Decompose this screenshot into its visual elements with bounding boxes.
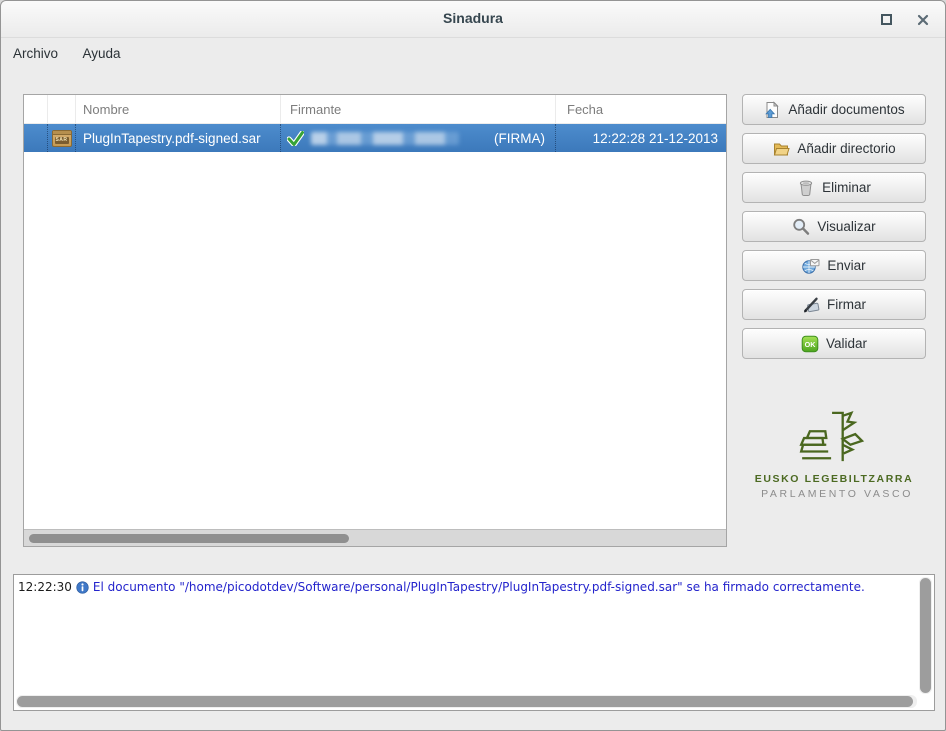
delete-button[interactable]: Eliminar bbox=[742, 172, 926, 203]
menu-item-archivo[interactable]: Archivo bbox=[3, 39, 68, 67]
add-directory-button[interactable]: Añadir directorio bbox=[742, 133, 926, 164]
info-icon bbox=[76, 581, 89, 594]
view-button[interactable]: Visualizar bbox=[742, 211, 926, 242]
send-label: Enviar bbox=[827, 258, 865, 273]
logo-line-2: PARLAMENTO VASCO bbox=[742, 488, 926, 500]
sign-pen-icon bbox=[802, 296, 820, 314]
add-document-icon bbox=[763, 101, 781, 119]
actions-panel: Añadir documentos Añadir directorio Elim… bbox=[742, 94, 926, 367]
validate-label: Validar bbox=[826, 336, 867, 351]
delete-label: Eliminar bbox=[822, 180, 871, 195]
send-button[interactable]: Enviar bbox=[742, 250, 926, 281]
add-documents-label: Añadir documentos bbox=[788, 102, 904, 117]
header-col-nombre[interactable]: Nombre bbox=[76, 95, 281, 123]
sar-package-icon: SAR bbox=[52, 130, 72, 147]
view-label: Visualizar bbox=[817, 219, 875, 234]
log-horizontal-scrollbar[interactable] bbox=[16, 695, 917, 708]
add-directory-label: Añadir directorio bbox=[797, 141, 895, 156]
menu-bar: Archivo Ayuda bbox=[3, 39, 943, 70]
log-entry: 12:22:30 El documento "/home/picodotdev/… bbox=[18, 580, 916, 594]
maximize-icon bbox=[881, 14, 892, 25]
firma-label: (FIRMA) bbox=[494, 131, 555, 146]
title-bar: Sinadura bbox=[1, 1, 945, 38]
row-cell-nombre: PlugInTapestry.pdf-signed.sar bbox=[76, 124, 281, 152]
sinadura-window: Sinadura Archivo Ayuda Nombre Firmante F… bbox=[0, 0, 946, 731]
green-check-icon bbox=[287, 131, 304, 146]
magnifier-icon bbox=[792, 218, 810, 236]
sign-label: Firmar bbox=[827, 297, 866, 312]
add-directory-icon bbox=[772, 140, 790, 158]
header-col-empty[interactable] bbox=[24, 95, 48, 123]
oak-tree-icon bbox=[790, 410, 878, 466]
header-col-firmante[interactable]: Firmante bbox=[281, 95, 556, 123]
validate-button[interactable]: OK Validar bbox=[742, 328, 926, 359]
row-cell-icon: SAR bbox=[48, 124, 76, 152]
logo-line-1: EUSKO LEGEBILTZARRA bbox=[742, 473, 926, 485]
log-message: El documento "/home/picodotdev/Software/… bbox=[93, 580, 865, 594]
validate-ok-icon: OK bbox=[801, 335, 819, 353]
add-documents-button[interactable]: Añadir documentos bbox=[742, 94, 926, 125]
send-icon bbox=[802, 257, 820, 275]
table-row[interactable]: SAR PlugInTapestry.pdf-signed.sar (FIRMA… bbox=[24, 124, 726, 152]
parliament-logo: EUSKO LEGEBILTZARRA PARLAMENTO VASCO bbox=[742, 410, 926, 500]
header-col-fecha[interactable]: Fecha bbox=[556, 95, 726, 123]
row-cell-fecha: 12:22:28 21-12-2013 bbox=[556, 124, 726, 152]
redacted-signer-name bbox=[311, 132, 459, 145]
close-button[interactable] bbox=[916, 13, 930, 27]
table-header: Nombre Firmante Fecha bbox=[24, 95, 726, 124]
maximize-button[interactable] bbox=[879, 13, 893, 27]
log-vertical-scrollbar[interactable] bbox=[919, 577, 932, 694]
window-title: Sinadura bbox=[1, 10, 945, 26]
ok-badge: OK bbox=[805, 339, 817, 348]
trash-icon bbox=[797, 179, 815, 197]
log-timestamp: 12:22:30 bbox=[18, 580, 72, 594]
document-table: Nombre Firmante Fecha SAR PlugInTapestry… bbox=[23, 94, 727, 547]
header-col-icon[interactable] bbox=[48, 95, 76, 123]
log-hscroll-thumb[interactable] bbox=[17, 696, 913, 707]
row-cell-empty bbox=[24, 124, 48, 152]
log-vscroll-thumb[interactable] bbox=[920, 578, 931, 693]
table-hscroll-thumb[interactable] bbox=[29, 534, 349, 543]
row-cell-firmante: (FIRMA) bbox=[281, 124, 556, 152]
log-panel: 12:22:30 El documento "/home/picodotdev/… bbox=[13, 574, 935, 711]
menu-item-ayuda[interactable]: Ayuda bbox=[72, 39, 130, 67]
sign-button[interactable]: Firmar bbox=[742, 289, 926, 320]
table-horizontal-scrollbar[interactable] bbox=[24, 529, 726, 546]
close-icon bbox=[916, 13, 930, 27]
sar-badge: SAR bbox=[55, 137, 69, 144]
